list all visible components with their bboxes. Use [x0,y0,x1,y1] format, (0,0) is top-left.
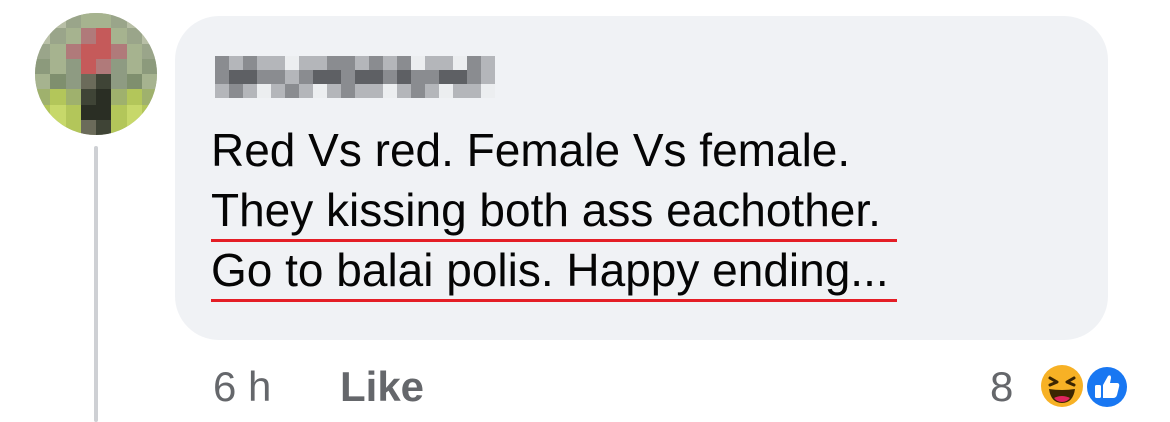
haha-reaction-icon [1038,362,1086,410]
thread-line [94,146,98,422]
comment-bubble: Red Vs red. Female Vs female. They kissi… [175,16,1108,340]
author-avatar[interactable] [35,13,157,135]
like-reaction-icon [1084,364,1130,410]
comment-timestamp[interactable]: 6 h [213,362,271,412]
author-name-pixelated[interactable] [215,56,495,98]
comment-line: Go to balai polis. Happy ending... [211,240,897,302]
comment-line: Red Vs red. Female Vs female. [211,124,851,176]
like-button[interactable]: Like [340,362,424,412]
reaction-icons[interactable] [1036,358,1136,414]
comment-text: Red Vs red. Female Vs female. They kissi… [211,120,897,302]
comment-line: They kissing both ass eachother. [211,180,897,242]
reaction-count[interactable]: 8 [990,362,1013,412]
